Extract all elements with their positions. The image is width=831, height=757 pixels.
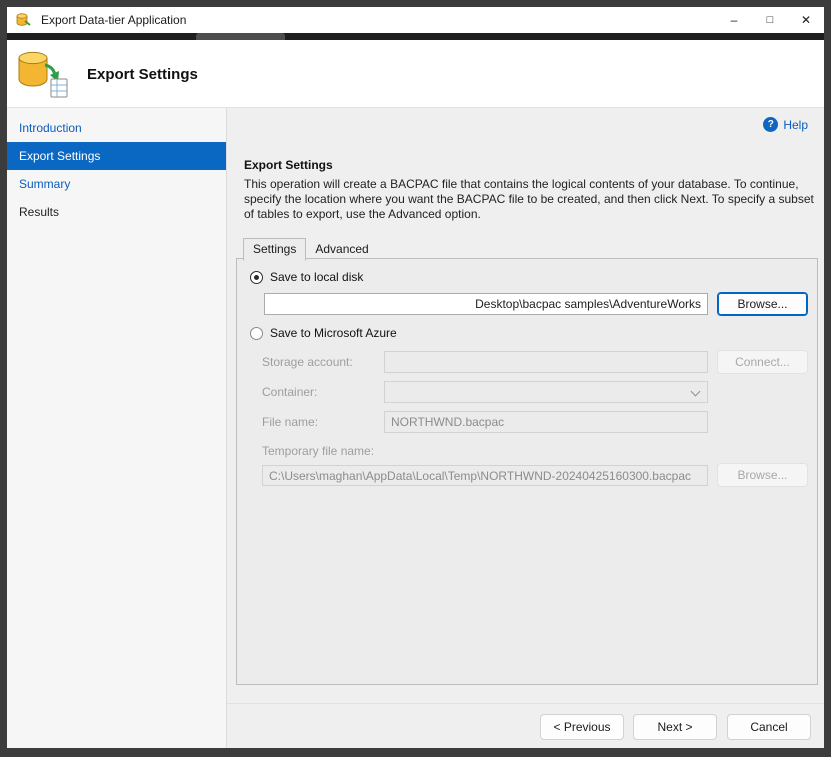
background-app-strip bbox=[7, 33, 824, 40]
window-controls: – □ ✕ bbox=[716, 7, 824, 33]
app-icon bbox=[16, 12, 32, 28]
radio-unselected-icon bbox=[250, 327, 263, 340]
container-label: Container: bbox=[262, 385, 317, 399]
background-app-tab bbox=[196, 33, 285, 40]
export-dialog-window: Export Data-tier Application – □ ✕ Expor… bbox=[7, 7, 824, 748]
tab-advanced[interactable]: Advanced bbox=[306, 239, 377, 260]
storage-account-label: Storage account: bbox=[262, 355, 353, 369]
content-area: ? Help Export Settings This operation wi… bbox=[227, 108, 824, 748]
file-name-input bbox=[384, 411, 708, 433]
previous-button[interactable]: < Previous bbox=[540, 714, 624, 740]
save-local-disk-label: Save to local disk bbox=[270, 270, 363, 284]
minimize-button[interactable]: – bbox=[716, 7, 752, 33]
storage-account-input bbox=[384, 351, 708, 373]
temp-file-input bbox=[262, 465, 708, 486]
file-name-label: File name: bbox=[262, 415, 318, 429]
local-path-input[interactable] bbox=[264, 293, 708, 315]
tab-strip: Settings Advanced bbox=[236, 238, 378, 260]
wizard-header: Export Settings bbox=[7, 40, 824, 108]
wizard-steps-sidebar: Introduction Export Settings Summary Res… bbox=[7, 108, 227, 748]
section-heading: Export Settings bbox=[244, 158, 333, 172]
help-label: Help bbox=[783, 118, 808, 132]
save-local-disk-radio[interactable]: Save to local disk bbox=[250, 270, 363, 284]
window-title: Export Data-tier Application bbox=[41, 13, 186, 27]
settings-tab-panel: Save to local disk Browse... Save to Mic… bbox=[236, 258, 818, 685]
footer-divider bbox=[227, 703, 824, 704]
page-title: Export Settings bbox=[87, 66, 198, 83]
sidebar-item-results[interactable]: Results bbox=[7, 198, 226, 226]
save-azure-label: Save to Microsoft Azure bbox=[270, 326, 397, 340]
help-link[interactable]: ? Help bbox=[763, 117, 808, 132]
browse-local-button[interactable]: Browse... bbox=[717, 292, 808, 316]
sidebar-item-introduction[interactable]: Introduction bbox=[7, 114, 226, 142]
next-button[interactable]: Next > bbox=[633, 714, 717, 740]
section-description: This operation will create a BACPAC file… bbox=[244, 177, 818, 222]
chevron-down-icon bbox=[691, 387, 701, 397]
cancel-button[interactable]: Cancel bbox=[727, 714, 811, 740]
export-database-icon bbox=[15, 49, 69, 104]
close-button[interactable]: ✕ bbox=[788, 7, 824, 33]
container-dropdown bbox=[384, 381, 708, 403]
title-bar: Export Data-tier Application – □ ✕ bbox=[7, 7, 824, 33]
browse-temp-button: Browse... bbox=[717, 463, 808, 487]
radio-selected-icon bbox=[250, 271, 263, 284]
maximize-button[interactable]: □ bbox=[752, 7, 788, 33]
help-icon: ? bbox=[763, 117, 778, 132]
tab-settings[interactable]: Settings bbox=[243, 238, 306, 261]
sidebar-item-export-settings[interactable]: Export Settings bbox=[7, 142, 226, 170]
save-azure-radio[interactable]: Save to Microsoft Azure bbox=[250, 326, 397, 340]
sidebar-item-summary[interactable]: Summary bbox=[7, 170, 226, 198]
connect-button: Connect... bbox=[717, 350, 808, 374]
temp-file-label: Temporary file name: bbox=[262, 444, 374, 458]
